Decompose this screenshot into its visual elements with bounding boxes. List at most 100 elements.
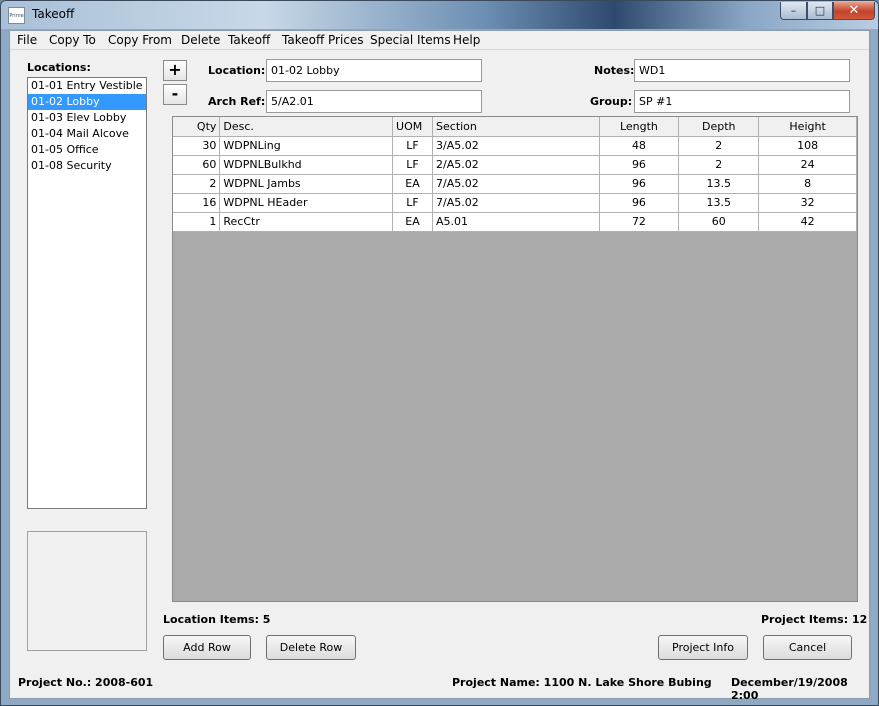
cell-depth[interactable]: 60 — [678, 212, 760, 232]
location-items-count: Location Items: 5 — [163, 613, 271, 626]
cell-length[interactable]: 96 — [599, 174, 680, 194]
menu-takeoff-prices[interactable]: Takeoff Prices — [282, 33, 364, 47]
takeoff-table: Qty Desc. UOM Section Length Depth Heigh… — [173, 117, 857, 232]
cell-height[interactable]: 42 — [758, 212, 857, 232]
location-item[interactable]: 01-04 Mail Alcove — [28, 126, 146, 142]
group-field[interactable]: SP #1 — [634, 90, 850, 113]
cell-section[interactable]: 2/A5.02 — [432, 155, 600, 175]
takeoff-grid[interactable]: Qty Desc. UOM Section Length Depth Heigh… — [172, 116, 858, 602]
title-bar[interactable]: Prime Takeoff – □ ✕ — [1, 1, 878, 29]
add-row-button[interactable]: Add Row — [163, 635, 251, 660]
table-row[interactable]: 30 WDPNLing LF 3/A5.02 48 2 108 — [173, 136, 857, 156]
cell-qty[interactable]: 16 — [173, 193, 221, 213]
table-header-row: Qty Desc. UOM Section Length Depth Heigh… — [173, 117, 857, 137]
column-header-height[interactable]: Height — [758, 117, 857, 137]
menu-copy-to[interactable]: Copy To — [49, 33, 96, 47]
project-info-button[interactable]: Project Info — [658, 635, 748, 660]
cell-depth[interactable]: 2 — [678, 155, 760, 175]
table-row[interactable]: 16 WDPNL HEader LF 7/A5.02 96 13.5 32 — [173, 193, 857, 213]
cell-length[interactable]: 72 — [599, 212, 680, 232]
cell-section[interactable]: A5.01 — [432, 212, 600, 232]
column-header-length[interactable]: Length — [599, 117, 680, 137]
column-header-desc[interactable]: Desc. — [219, 117, 394, 137]
remove-location-button[interactable]: - — [163, 84, 187, 105]
cell-uom[interactable]: LF — [392, 193, 434, 213]
column-header-section[interactable]: Section — [432, 117, 600, 137]
minimize-icon: – — [790, 4, 797, 17]
close-icon: ✕ — [848, 3, 860, 18]
arch-ref-label: Arch Ref: — [208, 95, 266, 108]
plus-icon: + — [168, 60, 182, 79]
cell-height[interactable]: 108 — [758, 136, 857, 156]
column-header-qty[interactable]: Qty — [173, 117, 221, 137]
app-icon: Prime — [8, 7, 25, 24]
location-item[interactable]: 01-01 Entry Vestible — [28, 78, 146, 94]
table-row[interactable]: 60 WDPNLBulkhd LF 2/A5.02 96 2 24 — [173, 155, 857, 175]
column-header-depth[interactable]: Depth — [678, 117, 760, 137]
cell-qty[interactable]: 2 — [173, 174, 221, 194]
minus-icon: - — [171, 84, 179, 103]
close-button[interactable]: ✕ — [833, 2, 875, 20]
cell-section[interactable]: 3/A5.02 — [432, 136, 600, 156]
cell-uom[interactable]: LF — [392, 155, 434, 175]
window-title: Takeoff — [32, 7, 75, 21]
cell-depth[interactable]: 13.5 — [678, 174, 760, 194]
cell-depth[interactable]: 13.5 — [678, 193, 760, 213]
cell-height[interactable]: 24 — [758, 155, 857, 175]
cell-height[interactable]: 8 — [758, 174, 857, 194]
cancel-button[interactable]: Cancel — [763, 635, 852, 660]
menu-takeoff[interactable]: Takeoff — [228, 33, 270, 47]
cell-desc[interactable]: WDPNLing — [219, 136, 394, 156]
cell-section[interactable]: 7/A5.02 — [432, 193, 600, 213]
project-name: Project Name: 1100 N. Lake Shore Bubing — [452, 676, 712, 689]
takeoff-window: Prime Takeoff – □ ✕ File Copy To Copy Fr… — [0, 0, 879, 706]
cell-length[interactable]: 96 — [599, 193, 680, 213]
locations-list[interactable]: 01-01 Entry Vestible 01-02 Lobby 01-03 E… — [27, 77, 147, 509]
menu-help[interactable]: Help — [453, 33, 480, 47]
cell-desc[interactable]: RecCtr — [219, 212, 394, 232]
location-item[interactable]: 01-08 Security — [28, 158, 146, 174]
menu-special-items[interactable]: Special Items — [370, 33, 451, 47]
cell-desc[interactable]: WDPNL HEader — [219, 193, 394, 213]
cell-uom[interactable]: EA — [392, 174, 434, 194]
column-header-uom[interactable]: UOM — [392, 117, 434, 137]
status-datetime: December/19/2008 2:00 — [731, 676, 848, 702]
cell-qty[interactable]: 30 — [173, 136, 221, 156]
group-label: Group: — [590, 95, 633, 108]
notes-label: Notes: — [594, 64, 635, 77]
location-field[interactable]: 01-02 Lobby — [266, 59, 482, 82]
cell-uom[interactable]: EA — [392, 212, 434, 232]
preview-panel — [27, 531, 147, 651]
cell-qty[interactable]: 1 — [173, 212, 221, 232]
maximize-icon: □ — [814, 4, 826, 17]
cell-depth[interactable]: 2 — [678, 136, 760, 156]
notes-field[interactable]: WD1 — [634, 59, 850, 82]
menu-copy-from[interactable]: Copy From — [108, 33, 172, 47]
cell-desc[interactable]: WDPNLBulkhd — [219, 155, 394, 175]
location-item-selected[interactable]: 01-02 Lobby — [28, 94, 146, 110]
client-area: File Copy To Copy From Delete Takeoff Ta… — [9, 30, 870, 702]
cell-qty[interactable]: 60 — [173, 155, 221, 175]
minimize-button[interactable]: – — [780, 2, 807, 20]
table-row[interactable]: 2 WDPNL Jambs EA 7/A5.02 96 13.5 8 — [173, 174, 857, 194]
cell-section[interactable]: 7/A5.02 — [432, 174, 600, 194]
delete-row-button[interactable]: Delete Row — [266, 635, 356, 660]
location-item[interactable]: 01-03 Elev Lobby — [28, 110, 146, 126]
cell-height[interactable]: 32 — [758, 193, 857, 213]
menu-delete[interactable]: Delete — [181, 33, 220, 47]
cell-uom[interactable]: LF — [392, 136, 434, 156]
cell-desc[interactable]: WDPNL Jambs — [219, 174, 394, 194]
locations-label: Locations: — [27, 61, 91, 74]
maximize-button[interactable]: □ — [807, 2, 833, 20]
location-item[interactable]: 01-05 Office — [28, 142, 146, 158]
arch-ref-field[interactable]: 5/A2.01 — [266, 90, 482, 113]
location-label: Location: — [208, 64, 266, 77]
menu-bar: File Copy To Copy From Delete Takeoff Ta… — [10, 31, 869, 50]
add-location-button[interactable]: + — [163, 60, 187, 81]
cell-length[interactable]: 48 — [599, 136, 680, 156]
menu-file[interactable]: File — [17, 33, 37, 47]
table-row[interactable]: 1 RecCtr EA A5.01 72 60 42 — [173, 212, 857, 232]
project-items-count: Project Items: 12 — [761, 613, 868, 626]
project-number: Project No.: 2008-601 — [18, 676, 154, 689]
cell-length[interactable]: 96 — [599, 155, 680, 175]
